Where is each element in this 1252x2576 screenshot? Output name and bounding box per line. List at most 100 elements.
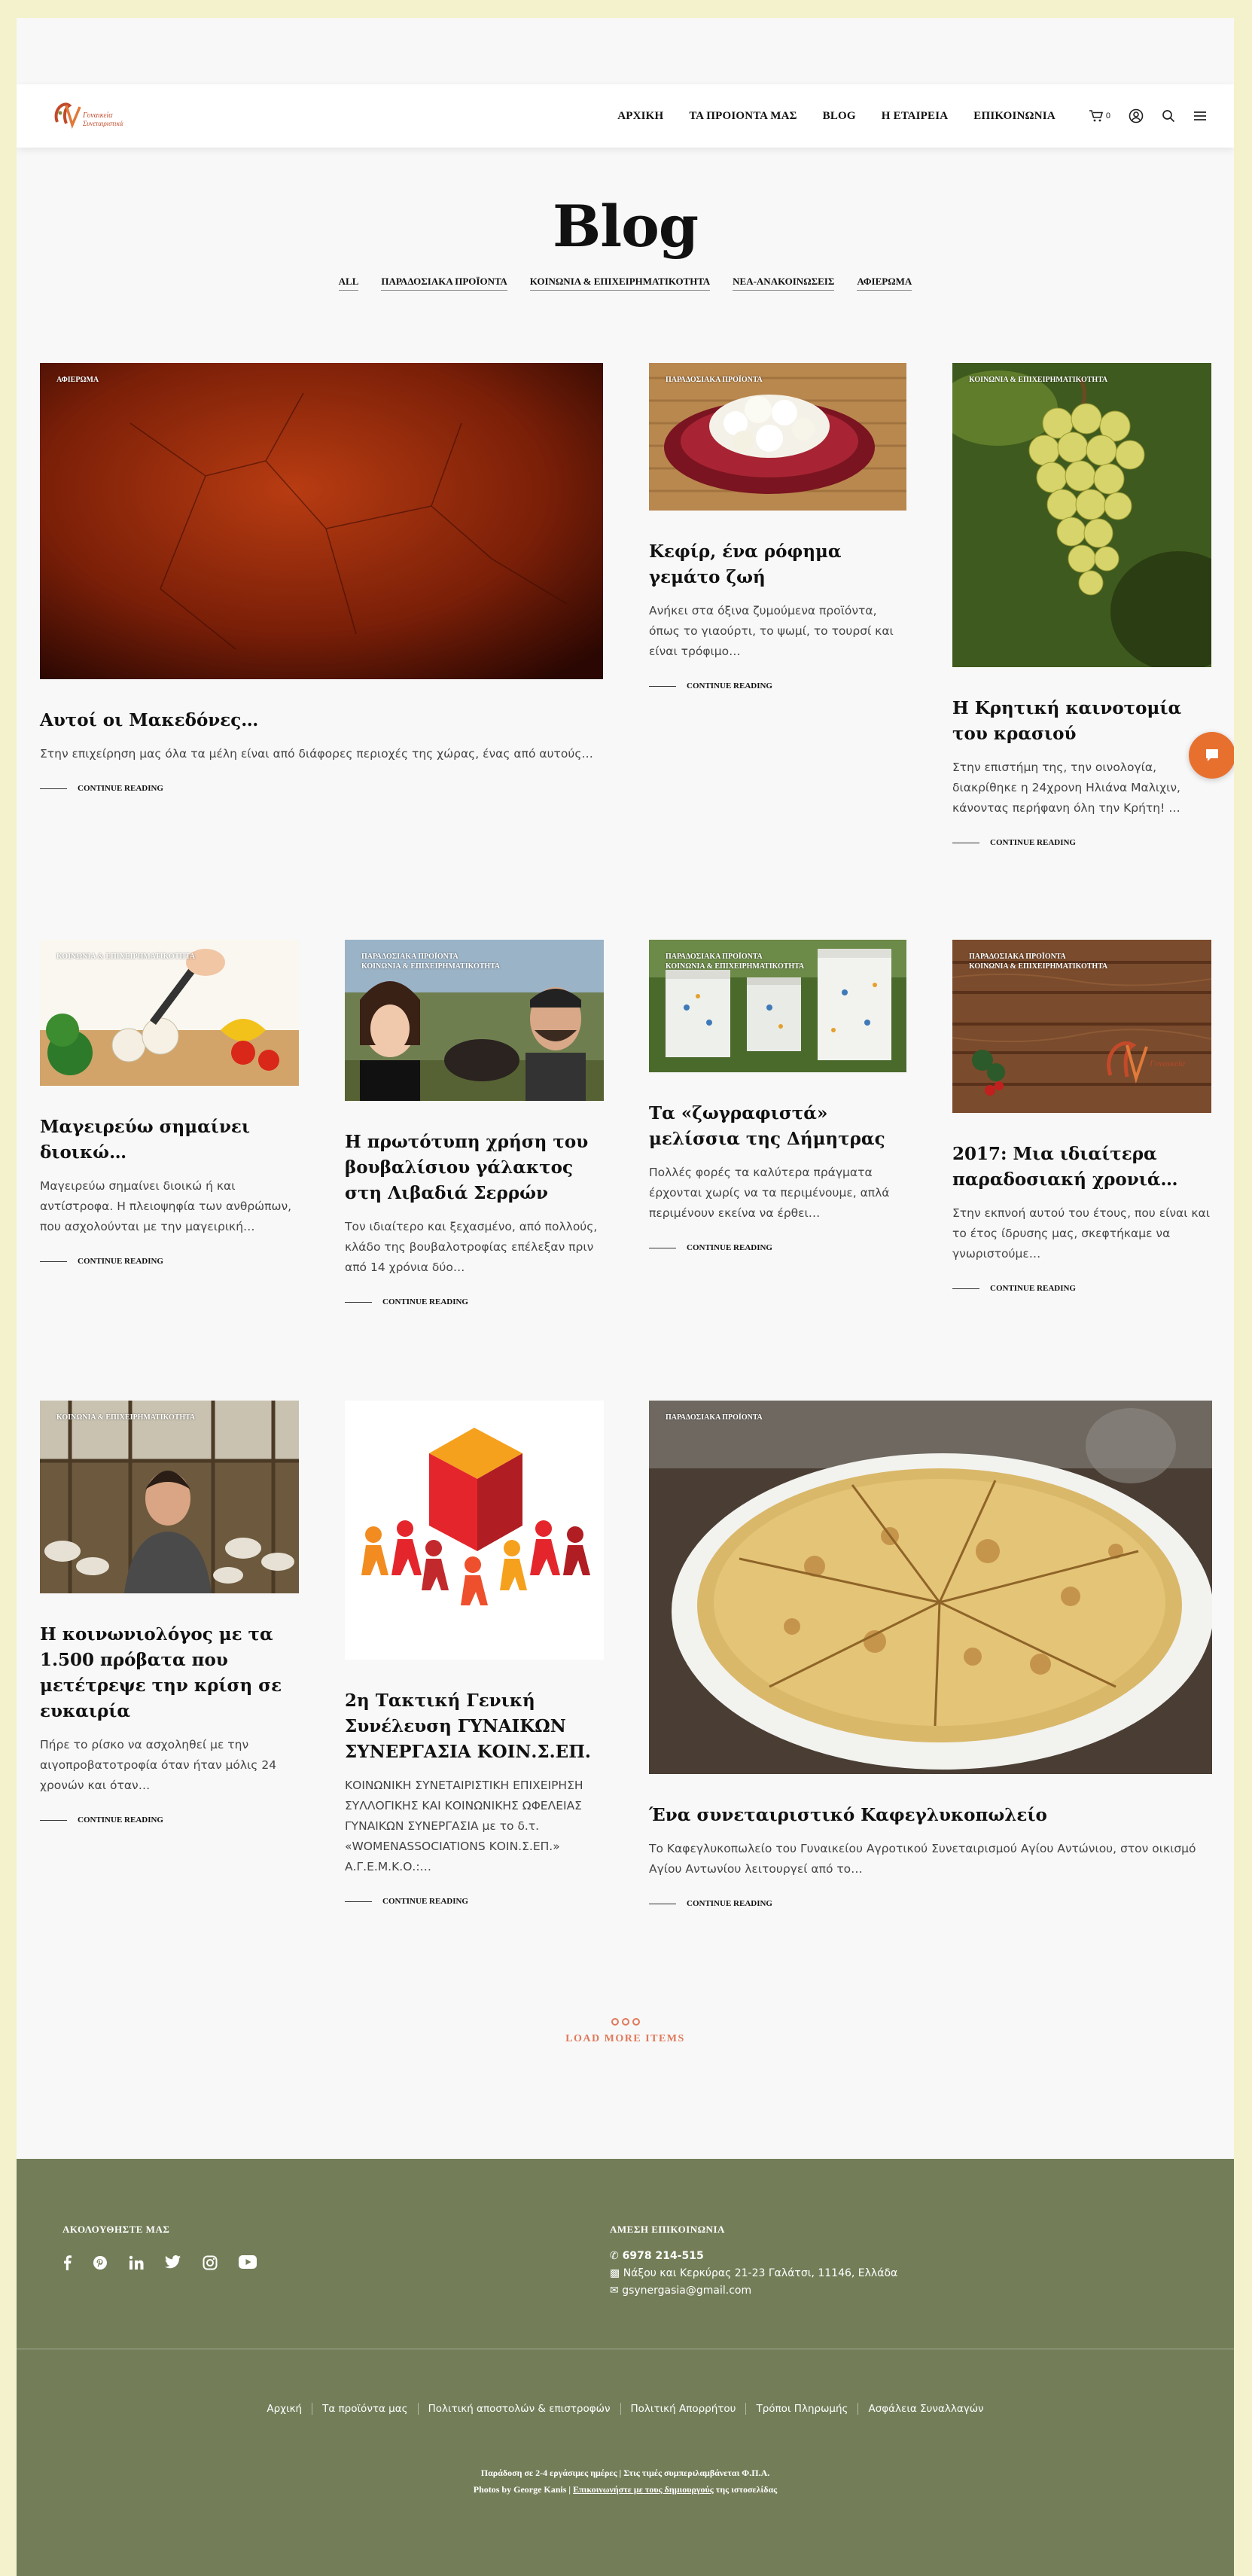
footer-link-payment[interactable]: Τρόποι Πληρωμής [745,2403,858,2415]
credits-prefix: Photos by George Kanis | [473,2484,574,2495]
account-button[interactable] [1129,108,1144,123]
cart-button[interactable]: 0 [1089,109,1110,123]
site-logo[interactable]: Γυναικεία Συνεταιριστικά [47,95,137,137]
load-more-button[interactable]: LOAD MORE ITEMS [17,2018,1234,2045]
post-category[interactable]: ΚΟΙΝΩΝΙΑ & ΕΠΙΧΕΙΡΗΜΑΤΙΚΟΤΗΤΑ [969,375,1107,385]
menu-icon [1194,111,1206,120]
menu-button[interactable] [1193,111,1207,121]
footer-link-security[interactable]: Ασφάλεια Συναλλαγών [858,2403,993,2415]
linkedin-icon[interactable] [129,2255,144,2270]
post-title[interactable]: 2η Τακτική Γενική Συνέλευση ΓΥΝΑΙΚΩΝ ΣΥΝ… [345,1688,604,1765]
youtube-icon[interactable] [239,2255,257,2269]
post-image[interactable]: Γυναικεία ΠΑΡΑΔΟΣΙΑΚΑ ΠΡΟΪΟΝΤΑ ΚΟΙΝΩΝΙΑ … [952,940,1211,1113]
search-icon [1162,110,1175,123]
contact-creators-link[interactable]: Επικοινωνήστε με τους δημιουργούς [573,2484,714,2495]
phone-number: 6978 214-515 [622,2250,704,2262]
post-card[interactable]: ΚΟΙΝΩΝΙΑ & ΕΠΙΧΕΙΡΗΜΑΤΙΚΟΤΗΤΑ Η κοινωνιο… [40,1401,299,1825]
post-title[interactable]: Η πρωτότυπη χρήση του βουβαλίσιου γάλακτ… [345,1129,604,1206]
credits-suffix: της ιστοσελίδας [713,2484,778,2495]
post-category[interactable]: ΠΑΡΑΔΟΣΙΑΚΑ ΠΡΟΪΟΝΤΑ [666,1413,763,1422]
map-icon: ▩ [610,2267,623,2279]
footer-link-products[interactable]: Τα προϊόντα μας [312,2403,418,2415]
chat-button[interactable] [1189,732,1234,779]
nav-products[interactable]: ΤΑ ΠΡΟΙΟΝΤΑ ΜΑΣ [689,110,797,123]
continue-reading-link[interactable]: CONTINUE READING [40,784,603,793]
post-title[interactable]: 2017: Μια ιδιαίτερα παραδοσιακή χρονιά… [952,1142,1211,1193]
post-image[interactable]: ΠΑΡΑΔΟΣΙΑΚΑ ΠΡΟΪΟΝΤΑ [649,1401,1212,1774]
filter-traditional-products[interactable]: ΠΑΡΑΔΟΣΙΑΚΑ ΠΡΟΪΟΝΤΑ [381,276,507,291]
nav-home[interactable]: ΑΡΧΙΚΗ [617,110,663,123]
facebook-icon[interactable] [62,2255,72,2270]
post-card[interactable]: ΠΑΡΑΔΟΣΙΑΚΑ ΠΡΟΪΟΝΤΑ Ένα συνεταιριστικό … [649,1401,1212,1908]
twitter-icon[interactable] [165,2255,181,2269]
continue-reading-link[interactable]: CONTINUE READING [345,1897,604,1906]
post-image[interactable]: ΑΦΙΕΡΩΜΑ [40,363,603,679]
post-title[interactable]: Ένα συνεταιριστικό Καφεγλυκοπωλείο [649,1803,1212,1828]
continue-reading-link[interactable]: CONTINUE READING [649,1899,1212,1908]
search-button[interactable] [1162,109,1175,123]
nav-contact[interactable]: ΕΠΙΚΟΙΝΩΝΙΑ [973,110,1056,123]
pinterest-icon[interactable] [93,2255,108,2270]
post-image[interactable]: ΚΟΙΝΩΝΙΑ & ΕΠΙΧΕΙΡΗΜΑΤΙΚΟΤΗΤΑ [40,1401,299,1593]
filter-tribute[interactable]: ΑΦΙΕΡΩΜΑ [857,276,912,291]
post-card[interactable]: ΚΟΙΝΩΝΙΑ & ΕΠΙΧΕΙΡΗΜΑΤΙΚΟΤΗΤΑ Μαγειρεύω … [40,940,299,1266]
nav-blog[interactable]: BLOG [823,110,856,123]
continue-reading-link[interactable]: CONTINUE READING [649,681,906,690]
cooking-image [40,940,299,1086]
continue-reading-link[interactable]: CONTINUE READING [40,1257,299,1266]
filter-society-business[interactable]: ΚΟΙΝΩΝΙΑ & ΕΠΙΧΕΙΡΗΜΑΤΙΚΟΤΗΤΑ [529,276,711,291]
loading-dots-icon [17,2018,1234,2026]
footer-link-home[interactable]: Αρχική [257,2403,312,2415]
post-title[interactable]: Η κοινωνιολόγος με τα 1.500 πρόβατα που … [40,1622,299,1724]
instagram-icon[interactable] [203,2255,218,2270]
post-card[interactable]: ΠΑΡΑΔΟΣΙΑΚΑ ΠΡΟΪΟΝΤΑ ΚΟΙΝΩΝΙΑ & ΕΠΙΧΕΙΡΗ… [345,940,604,1306]
continue-reading-link[interactable]: CONTINUE READING [952,1284,1211,1293]
post-image[interactable]: ΚΟΙΝΩΝΙΑ & ΕΠΙΧΕΙΡΗΜΑΤΙΚΟΤΗΤΑ [952,363,1211,667]
kefir-image [649,363,906,511]
chat-icon [1206,749,1218,761]
post-category[interactable]: ΠΑΡΑΔΟΣΙΑΚΑ ΠΡΟΪΟΝΤΑ ΚΟΙΝΩΝΙΑ & ΕΠΙΧΕΙΡΗ… [666,952,804,971]
svg-text:Γυναικεία: Γυναικεία [1149,1058,1186,1069]
post-title[interactable]: Κεφίρ, ένα ρόφημα γεμάτο ζωή [649,539,906,590]
continue-reading-link[interactable]: CONTINUE READING [345,1297,604,1306]
post-title[interactable]: Αυτοί οι Μακεδόνες… [40,708,603,733]
post-title[interactable]: Τα «ζωγραφιστά» μελίσσια της Δήμητρας [649,1101,906,1152]
user-icon [1129,108,1144,123]
post-image[interactable] [345,1401,604,1660]
post-category[interactable]: ΠΑΡΑΔΟΣΙΑΚΑ ΠΡΟΪΟΝΤΑ ΚΟΙΝΩΝΙΑ & ΕΠΙΧΕΙΡΗ… [361,952,500,971]
post-card[interactable]: 2η Τακτική Γενική Συνέλευση ΓΥΝΑΙΚΩΝ ΣΥΝ… [345,1401,604,1906]
page: Γυναικεία Συνεταιριστικά ΑΡΧΙΚΗ ΤΑ ΠΡΟΙΟ… [17,18,1234,2576]
continue-reading-link[interactable]: CONTINUE READING [40,1815,299,1825]
post-title[interactable]: Μαγειρεύω σημαίνει διοικώ… [40,1114,299,1166]
post-image[interactable]: ΠΑΡΑΔΟΣΙΑΚΑ ΠΡΟΪΟΝΤΑ ΚΟΙΝΩΝΙΑ & ΕΠΙΧΕΙΡΗ… [649,940,906,1072]
post-card[interactable]: ΠΑΡΑΔΟΣΙΑΚΑ ΠΡΟΪΟΝΤΑ Κεφίρ, ένα ρόφημα γ… [649,363,906,690]
post-category[interactable]: ΠΑΡΑΔΟΣΙΑΚΑ ΠΡΟΪΟΝΤΑ [666,375,763,385]
post-category[interactable]: ΠΑΡΑΔΟΣΙΑΚΑ ΠΡΟΪΟΝΤΑ ΚΟΙΝΩΝΙΑ & ΕΠΙΧΕΙΡΗ… [969,952,1107,971]
footer-link-shipping-policy[interactable]: Πολιτική αποστολών & επιστροφών [417,2403,620,2415]
post-image[interactable]: ΚΟΙΝΩΝΙΑ & ΕΠΙΧΕΙΡΗΜΑΤΙΚΟΤΗΤΑ [40,940,299,1086]
post-card[interactable]: ΠΑΡΑΔΟΣΙΑΚΑ ΠΡΟΪΟΝΤΑ ΚΟΙΝΩΝΙΑ & ΕΠΙΧΕΙΡΗ… [649,940,906,1252]
contact-phone[interactable]: ✆ 6978 214-515 [610,2248,897,2265]
address-text: Νάξου και Κερκύρας 21-23 Γαλάτσι, 11146,… [623,2267,898,2279]
nav-company[interactable]: Η ΕΤΑΙΡΕΙΑ [882,110,948,123]
post-image[interactable]: ΠΑΡΑΔΟΣΙΑΚΑ ΠΡΟΪΟΝΤΑ ΚΟΙΝΩΝΙΑ & ΕΠΙΧΕΙΡΗ… [345,940,604,1101]
continue-reading-link[interactable]: CONTINUE READING [952,838,1211,847]
filter-all[interactable]: ALL [338,276,359,291]
svg-text:Γυναικεία: Γυναικεία [82,111,113,120]
svg-text:Συνεταιριστικά: Συνεταιριστικά [82,120,123,127]
continue-reading-link[interactable]: CONTINUE READING [649,1243,906,1252]
post-card[interactable]: ΑΦΙΕΡΩΜΑ Αυτοί οι Μακεδόνες… Στην επιχεί… [40,363,603,793]
post-category[interactable]: ΑΦΙΕΡΩΜΑ [56,375,99,385]
contact-address: ▩ Νάξου και Κερκύρας 21-23 Γαλάτσι, 1114… [610,2265,897,2282]
filter-news[interactable]: ΝΕΑ-ΑΝΑΚΟΙΝΩΣΕΙΣ [733,276,835,291]
post-title[interactable]: Η Κρητική καινοτομία του κρασιού [952,696,1211,747]
footer-link-privacy[interactable]: Πολιτική Απορρήτου [620,2403,746,2415]
post-card[interactable]: Γυναικεία ΠΑΡΑΔΟΣΙΑΚΑ ΠΡΟΪΟΝΤΑ ΚΟΙΝΩΝΙΑ … [952,940,1211,1293]
post-card[interactable]: ΚΟΙΝΩΝΙΑ & ΕΠΙΧΕΙΡΗΜΑΤΙΚΟΤΗΤΑ Η Κρητική … [952,363,1211,847]
post-excerpt: Μαγειρεύω σημαίνει διοικώ ή και αντίστρο… [40,1179,292,1233]
post-category[interactable]: ΚΟΙΝΩΝΙΑ & ΕΠΙΧΕΙΡΗΜΑΤΙΚΟΤΗΤΑ [56,1413,195,1422]
post-category[interactable]: ΚΟΙΝΩΝΙΑ & ΕΠΙΧΕΙΡΗΜΑΤΙΚΟΤΗΤΑ [56,952,195,962]
contact-email[interactable]: ✉ gsynergasia@gmail.com [610,2282,897,2300]
post-excerpt: Στην επιστήμη της, την οινολογία, διακρί… [952,761,1180,815]
post-image[interactable]: ΠΑΡΑΔΟΣΙΑΚΑ ΠΡΟΪΟΝΤΑ [649,363,906,511]
